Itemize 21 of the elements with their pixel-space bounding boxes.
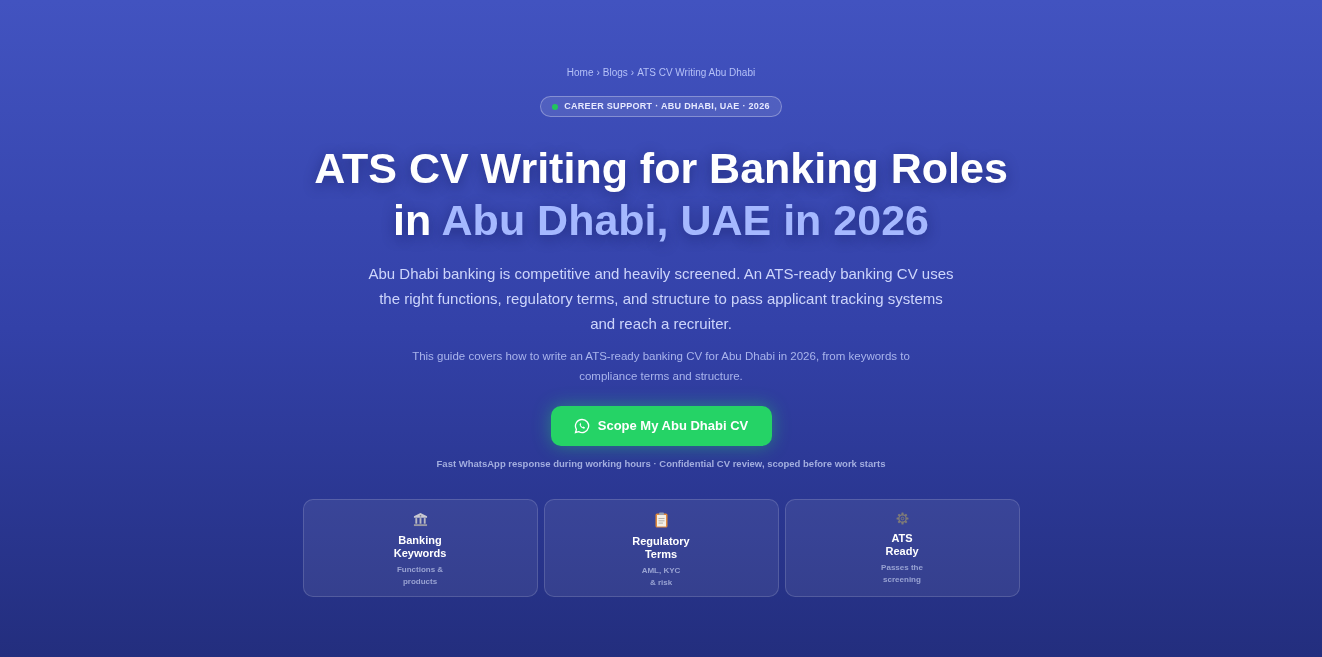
card-title: ATS Ready (885, 532, 919, 558)
card-detail: Passes the screening (881, 562, 923, 586)
breadcrumb-current: ATS CV Writing Abu Dhabi (637, 66, 756, 80)
phone-chat-icon (573, 418, 590, 434)
card-detail: Functions & products (396, 564, 444, 588)
breadcrumb-link[interactable]: Home (566, 66, 594, 80)
page-title: ATS CV Writing for Banking Roles in Abu Dhabi, UAE in 2026 (313, 143, 1009, 246)
breadcrumb-link[interactable]: Blogs (602, 66, 628, 80)
clipboard-icon (654, 512, 668, 528)
badge-text: CAREER SUPPORT · ABU DHABI, UAE · 2026 (564, 99, 770, 113)
breadcrumb-separator: › (630, 66, 635, 80)
status-dot-icon (552, 103, 559, 110)
card-title: Regulatory Terms (632, 535, 690, 561)
bank-building-icon (412, 512, 428, 527)
intro-paragraph: Abu Dhabi banking is competitive and heavily screened. An ATS-ready banking CV uses the right functions, regulatory terms, and structure to pass applicant tracking systems and reach a recruiter. (367, 264, 955, 334)
response-note: Fast WhatsApp response during working hours · Confidential CV review, scoped before work starts (436, 457, 886, 471)
card-title: Banking Keywords (393, 534, 447, 560)
summary-paragraph: This guide covers how to write an ATS-ready banking CV for Abu Dhabi in 2026, from keywords to compliance terms and structure. (411, 349, 911, 384)
gear-icon (895, 512, 909, 525)
breadcrumb-separator: › (596, 66, 600, 80)
card-detail: AML, KYC & risk (641, 565, 681, 589)
